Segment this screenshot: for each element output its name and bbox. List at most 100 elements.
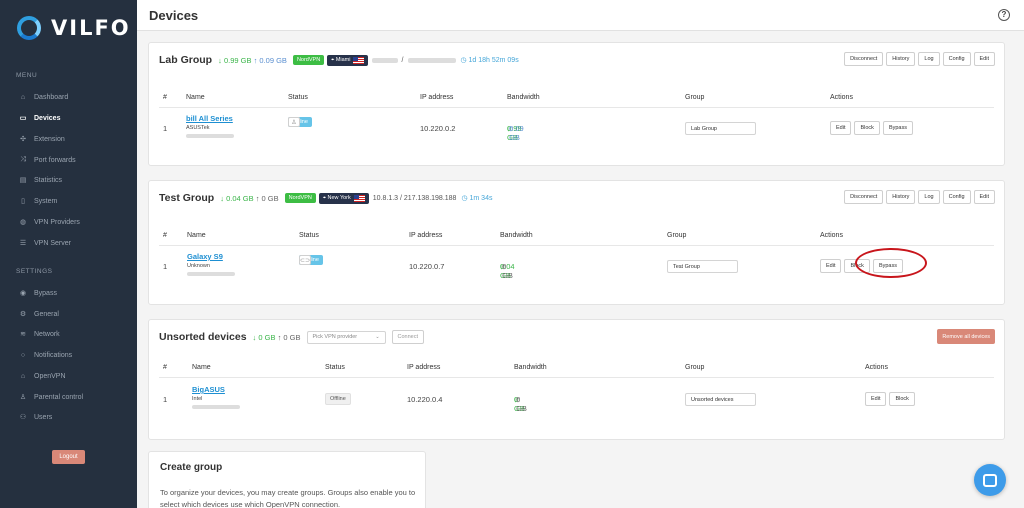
row-index: 1 <box>163 262 168 271</box>
sidebar-item-label: Notifications <box>34 351 73 359</box>
row-actions: Edit Block Bypass <box>830 121 913 135</box>
disconnect-button[interactable]: Disconnect <box>844 52 884 66</box>
device-ip: 10.220.0.7 <box>409 262 445 271</box>
logout-button[interactable]: Logout <box>52 450 85 464</box>
uptime-value: 1m 34s <box>469 195 493 202</box>
puzzle-icon: ✣ <box>20 136 26 143</box>
person-icon[interactable]: ♙ <box>288 117 300 127</box>
history-button[interactable]: History <box>886 190 916 204</box>
gear-icon: ⚙ <box>19 311 27 318</box>
create-group-description: To organize your devices, you may create… <box>160 488 416 508</box>
sidebar-item-users[interactable]: ⚇ Users <box>0 408 137 426</box>
location-label: Miami <box>335 57 351 63</box>
sidebar-item-notifications[interactable]: ○ Notifications <box>0 346 137 364</box>
col-status: Status <box>299 232 319 239</box>
wifi-icon: ≋ <box>20 331 26 338</box>
group-select[interactable]: Unsorted devices ⌄ <box>685 393 756 406</box>
sidebar-item-extension[interactable]: ✣ Extension <box>0 130 137 148</box>
col-bandwidth: Bandwidth <box>514 364 547 371</box>
col-index: # <box>163 94 167 101</box>
group-title: Unsorted devices <box>159 331 247 343</box>
device-vendor: Unknown <box>187 263 210 269</box>
group-select[interactable]: Test Group ⌄ <box>667 260 738 273</box>
edit-device-button[interactable]: Edit <box>865 392 887 406</box>
col-name: Name <box>192 364 211 371</box>
group-download: 0 GB <box>258 332 276 342</box>
col-group: Group <box>685 94 705 101</box>
sidebar-item-dashboard[interactable]: ⌂ Dashboard <box>0 88 137 106</box>
support-chat-button[interactable] <box>974 464 1006 496</box>
chat-icon <box>983 473 997 487</box>
device-bandwidth: ↓ 0 GB ↑ 0 GB <box>514 395 527 413</box>
download-icon: ↓ <box>220 193 224 203</box>
block-device-button[interactable]: Block <box>854 121 880 135</box>
block-device-button[interactable]: Block <box>889 392 915 406</box>
device-name-link[interactable]: Galaxy S9 <box>187 252 223 261</box>
disconnect-button[interactable]: Disconnect <box>844 190 884 204</box>
group-header: Test Group ↓ 0.04 GB ↑ 0 GB NordVPN ⌖ Ne… <box>149 181 1004 215</box>
edit-group-button[interactable]: Edit <box>973 190 995 204</box>
config-button[interactable]: Config <box>942 190 971 204</box>
bypass-device-button[interactable]: Bypass <box>882 121 913 135</box>
col-status: Status <box>325 364 345 371</box>
chevron-down-icon: ⌄ <box>679 263 684 270</box>
group-bandwidth: ↓ 0.99 GB ↑ 0.09 GB <box>218 56 287 65</box>
sidebar-item-port-forwards[interactable]: ⤨ Port forwards <box>0 151 137 169</box>
logo[interactable]: VILFO <box>17 14 131 42</box>
sidebar-item-devices[interactable]: ▭ Devices <box>0 109 137 127</box>
connect-button[interactable]: Connect <box>391 330 425 344</box>
group-select[interactable]: Lab Group ⌄ <box>685 122 756 135</box>
link-icon[interactable]: ⊂⊃ <box>299 255 311 265</box>
sidebar-item-label: Users <box>34 413 53 421</box>
edit-group-button[interactable]: Edit <box>973 52 995 66</box>
group-title: Lab Group <box>159 54 213 66</box>
edit-device-button[interactable]: Edit <box>830 121 852 135</box>
help-icon[interactable]: ? <box>998 9 1010 21</box>
sidebar-item-vpn-providers[interactable]: ◍ VPN Providers <box>0 213 137 231</box>
sidebar-item-parental-control[interactable]: ♙ Parental control <box>0 388 137 406</box>
log-button[interactable]: Log <box>918 52 940 66</box>
menu-section-label: MENU <box>16 72 38 79</box>
group-download: 0.04 GB <box>226 193 254 203</box>
sidebar-item-label: Statistics <box>34 176 63 184</box>
sidebar-item-vpn-server[interactable]: ☰ VPN Server <box>0 234 137 252</box>
redacted-ip <box>408 57 457 63</box>
vpn-provider-placeholder: Pick VPN provider <box>312 334 358 340</box>
upload-icon: ↑ <box>277 332 282 342</box>
sidebar-item-network[interactable]: ≋ Network <box>0 325 137 343</box>
shuffle-icon: ⤨ <box>20 156 26 163</box>
col-actions: Actions <box>820 232 843 239</box>
highlight-ring <box>855 248 927 278</box>
table-header: # Name Status IP address Bandwidth Group… <box>159 360 994 378</box>
config-button[interactable]: Config <box>942 52 971 66</box>
row-index: 1 <box>163 395 168 404</box>
history-button[interactable]: History <box>886 52 916 66</box>
edit-device-button[interactable]: Edit <box>820 259 842 273</box>
pin-icon: ⌖ <box>331 56 335 63</box>
sidebar-item-label: Network <box>34 330 60 338</box>
sidebar-item-label: Bypass <box>34 289 57 297</box>
users-icon: ⚇ <box>19 414 27 421</box>
group-download: 0.99 GB <box>223 55 252 65</box>
col-ip: IP address <box>409 232 443 239</box>
device-name-link[interactable]: BigASUS <box>192 385 225 394</box>
sidebar-item-general[interactable]: ⚙ General <box>0 305 137 323</box>
sidebar-item-system[interactable]: ▯ System <box>0 192 137 210</box>
device-vendor: ASUSTek <box>186 125 210 131</box>
remove-all-devices-button[interactable]: Remove all devices <box>937 329 995 344</box>
sidebar-item-label: General <box>34 310 59 318</box>
sidebar-item-statistics[interactable]: ▤ Statistics <box>0 171 137 189</box>
vpn-provider-select[interactable]: Pick VPN provider ⌄ <box>306 330 386 344</box>
sidebar-item-openvpn[interactable]: ⌂ OpenVPN <box>0 367 137 385</box>
group-upload: 0.09 GB <box>259 55 287 65</box>
device-name-link[interactable]: bill All Series <box>186 114 233 123</box>
sidebar-item-label: Dashboard <box>34 93 69 101</box>
group-bandwidth: ↓ 0 GB ↑ 0 GB <box>253 333 301 342</box>
group-bandwidth: ↓ 0.04 GB ↑ 0 GB <box>220 194 278 203</box>
redacted-mac <box>186 134 234 138</box>
group-select-value: Lab Group <box>691 125 717 132</box>
log-button[interactable]: Log <box>918 190 940 204</box>
sidebar-item-bypass[interactable]: ◉ Bypass <box>0 284 137 302</box>
group-actions: Disconnect History Log Config Edit <box>844 52 995 66</box>
table-row: 1 bill All Series ASUSTek Online ⛉ ♙ 10.… <box>159 111 994 143</box>
